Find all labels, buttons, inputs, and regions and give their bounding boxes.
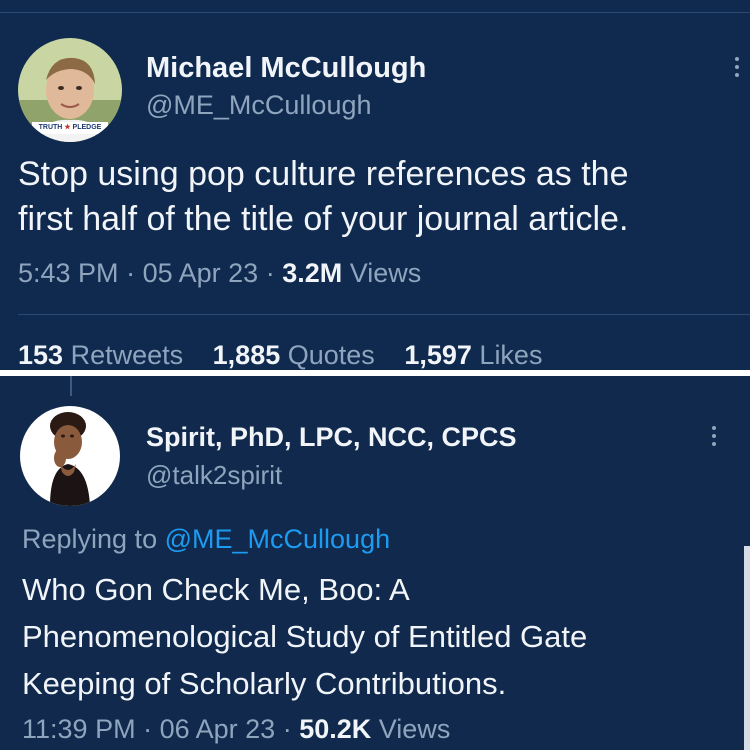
tweet-text-line: Keeping of Scholarly Contributions. [22,666,507,702]
views-label: Views [349,258,422,288]
tweet-text-line: first half of the title of your journal … [18,200,629,239]
avatar-badge-left: TRUTH [38,124,63,131]
likes-count: 1,597 [404,340,472,370]
meta-separator: · [265,258,283,288]
avatar-spirit[interactable] [20,406,120,506]
avatar-badge-mark: ★ [64,124,71,131]
tweet-meta: 11:39 PM · 06 Apr 23 · 50.2K Views [22,714,450,745]
views-count: 3.2M [282,258,343,288]
meta-separator: · [143,714,160,744]
author-name[interactable]: Michael McCullough [146,52,426,85]
replying-prefix: Replying to [22,524,158,554]
top-divider [0,12,750,13]
tweet-text: Stop using pop culture references as the… [18,152,738,242]
thread-line [70,376,72,396]
likes-stat[interactable]: 1,597 Likes [404,340,542,370]
avatar-badge: TRUTH ★ PLEDGE [32,122,108,134]
tweet-text-line: Who Gon Check Me, Boo: A [22,572,410,607]
tweet-text-line: Phenomenological Study of Entitled Gate [22,619,588,655]
meta-separator: · [126,258,143,288]
retweets-stat[interactable]: 153 Retweets [18,340,183,370]
tweet-panel-reply: Spirit, PhD, LPC, NCC, CPCS @talk2spirit… [0,376,750,750]
tweet-time[interactable]: 5:43 PM [18,258,119,288]
tweet-stats: 153 Retweets 1,885 Quotes 1,597 Likes [18,340,564,370]
avatar-michael[interactable]: TRUTH ★ PLEDGE [18,38,122,142]
tweet-panel-original: TRUTH ★ PLEDGE Michael McCullough @ME_Mc… [0,0,750,370]
meta-separator: · [282,714,300,744]
avatar-badge-right: PLEDGE [72,124,102,131]
scrollbar[interactable] [744,546,750,750]
quotes-count: 1,885 [212,340,281,370]
stats-divider [18,314,750,315]
likes-label: Likes [479,340,543,370]
more-vertical-icon[interactable] [711,426,717,450]
quotes-label: Quotes [287,340,375,370]
tweet-meta: 5:43 PM · 05 Apr 23 · 3.2M Views [18,258,421,289]
retweets-count: 153 [18,340,64,370]
avatar-spirit-image [20,406,120,506]
views-count: 50.2K [299,714,372,744]
author-handle[interactable]: @talk2spirit [146,460,282,491]
tweet-date[interactable]: 05 Apr 23 [143,258,259,288]
replying-handle-link[interactable]: @ME_McCullough [165,524,391,554]
tweet-text: Who Gon Check Me, Boo: A Phenomenologica… [22,566,722,707]
retweets-label: Retweets [70,340,184,370]
author-name[interactable]: Spirit, PhD, LPC, NCC, CPCS [146,422,517,453]
author-handle[interactable]: @ME_McCullough [146,90,372,121]
more-vertical-icon[interactable] [734,57,740,81]
tweet-time[interactable]: 11:39 PM [22,714,136,744]
replying-to: Replying to @ME_McCullough [22,524,390,555]
tweet-text-line: Stop using pop culture references as the [18,155,629,193]
views-label: Views [378,714,451,744]
tweet-date[interactable]: 06 Apr 23 [160,714,276,744]
quotes-stat[interactable]: 1,885 Quotes [213,340,375,370]
